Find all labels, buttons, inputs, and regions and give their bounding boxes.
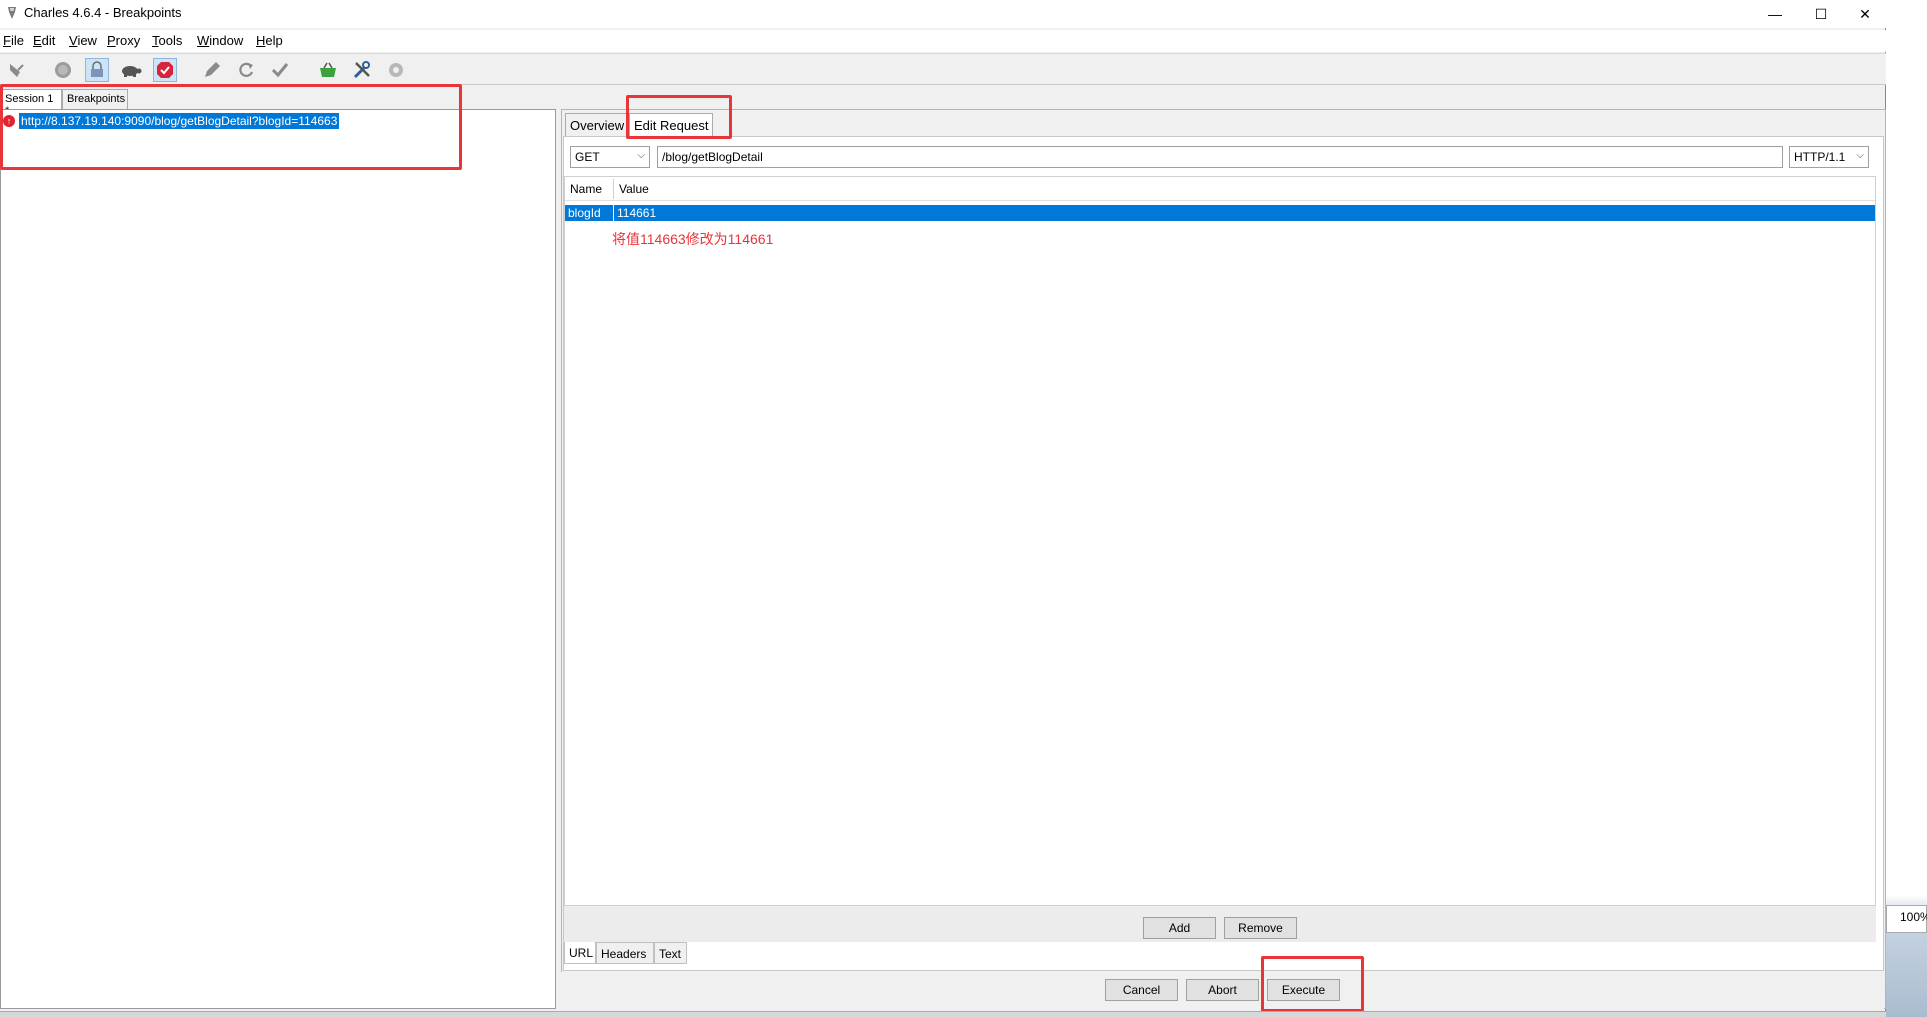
close-button[interactable]: ✕ (1842, 0, 1888, 28)
window-title: Charles 4.6.4 - Breakpoints (24, 5, 182, 20)
remove-button[interactable]: Remove (1224, 917, 1297, 939)
broom-icon (10, 64, 24, 77)
settings-button[interactable] (384, 58, 408, 82)
menu-file[interactable]: File (3, 33, 24, 48)
highlight-box-edit-request (626, 95, 732, 139)
minimize-button[interactable]: — (1752, 0, 1798, 28)
cancel-button[interactable]: Cancel (1105, 979, 1178, 1001)
repeat-icon (239, 62, 254, 77)
broom-button[interactable] (4, 58, 28, 82)
ssl-proxy-button[interactable] (85, 58, 109, 82)
tab-url[interactable]: URL (564, 942, 596, 964)
tab-overview[interactable]: Overview (565, 113, 630, 137)
annotation-note: 将值114663修改为114661 (612, 231, 774, 247)
menu-tools[interactable]: Tools (152, 33, 182, 48)
table-row[interactable]: blogId 114661 (565, 205, 1875, 221)
title-bar: Charles 4.6.4 - Breakpoints — ☐ ✕ (0, 0, 1886, 28)
validate-check-icon (271, 63, 289, 78)
path-value: /blog/getBlogDetail (662, 150, 763, 164)
settings-gear-icon (389, 63, 403, 77)
maximize-button[interactable]: ☐ (1798, 0, 1844, 28)
throttle-turtle-icon (122, 66, 142, 77)
menu-window[interactable]: Window (197, 33, 243, 48)
table-header: Name Value (565, 177, 1875, 201)
query-params-table: Name Value blogId 114661 (564, 176, 1876, 906)
method-select[interactable]: GET ⌵ (570, 146, 650, 168)
row-name[interactable]: blogId (568, 206, 601, 220)
protocol-select[interactable]: HTTP/1.1 ⌵ (1789, 146, 1869, 168)
minimize-icon: — (1768, 6, 1782, 22)
breakpoints-button[interactable] (153, 58, 177, 82)
breakpoint-actions: Cancel Abort Execute (561, 972, 1884, 1009)
basket-icon (320, 62, 336, 77)
session-tree: ↑ http://8.137.19.140:9090/blog/getBlogD… (0, 109, 556, 1009)
menu-proxy[interactable]: Proxy (107, 33, 140, 48)
tools-button[interactable] (350, 58, 374, 82)
tab-headers[interactable]: Headers (596, 942, 654, 964)
basket-button[interactable] (316, 58, 340, 82)
protocol-value: HTTP/1.1 (1794, 150, 1846, 164)
compose-pen-icon (205, 62, 220, 77)
tools-icon (353, 61, 370, 79)
tab-text[interactable]: Text (654, 942, 687, 964)
validate-button[interactable] (268, 58, 292, 82)
compose-button[interactable] (200, 58, 224, 82)
column-value[interactable]: Value (619, 182, 649, 196)
column-name[interactable]: Name (570, 182, 602, 196)
throttle-button[interactable] (119, 58, 143, 82)
toolbar (0, 53, 1886, 85)
menu-bar: File Edit View Proxy Tools Window Help (0, 30, 1886, 52)
ssl-proxy-icon (91, 61, 103, 77)
record-button[interactable] (51, 58, 75, 82)
path-input[interactable]: /blog/getBlogDetail (657, 146, 1783, 168)
menu-help[interactable]: Help (256, 33, 283, 48)
repeat-button[interactable] (234, 58, 258, 82)
desktop-background: 100% (1886, 0, 1927, 1017)
zoom-readout: 100% (1900, 910, 1927, 924)
highlight-box-session (0, 84, 462, 170)
breakpoints-icon (157, 62, 173, 78)
method-value: GET (575, 150, 600, 164)
abort-button[interactable]: Abort (1186, 979, 1259, 1001)
chevron-down-icon: ⌵ (637, 150, 645, 161)
row-value[interactable]: 114661 (617, 206, 656, 220)
charles-app-icon (8, 7, 16, 19)
add-button[interactable]: Add (1143, 917, 1216, 939)
status-bar (0, 1011, 1886, 1017)
param-button-bar: Add Remove (564, 906, 1876, 942)
menu-view[interactable]: View (69, 33, 97, 48)
close-icon: ✕ (1859, 5, 1871, 22)
menu-edit[interactable]: Edit (33, 33, 55, 48)
maximize-icon: ☐ (1814, 5, 1828, 22)
chevron-down-icon: ⌵ (1856, 150, 1864, 161)
highlight-box-execute (1261, 956, 1364, 1012)
charles-window: Charles 4.6.4 - Breakpoints — ☐ ✕ File E… (0, 0, 1886, 1017)
record-icon (55, 62, 71, 78)
